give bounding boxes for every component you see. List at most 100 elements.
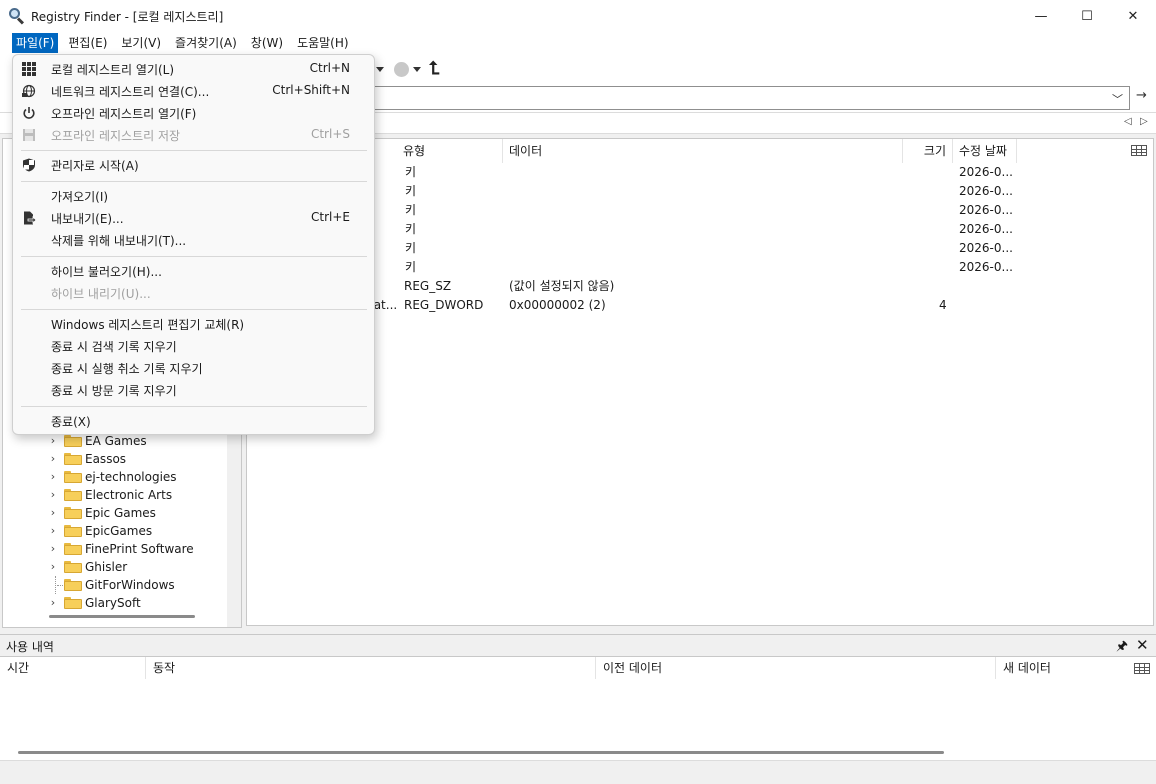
expand-chevron-icon[interactable]: › [47,434,59,448]
row-modified: 2026-0... [959,165,1013,179]
row-type: 키 [405,241,417,255]
row-type: REG_DWORD [404,298,484,312]
history-column-action[interactable]: 동작 [146,657,596,679]
menu-item-import[interactable]: 가져오기(I) [13,185,374,207]
menu-item-connect-network-registry[interactable]: 네트워크 레지스트리 연결(C)... Ctrl+Shift+N [13,80,374,102]
row-modified: 2026-0... [959,260,1013,274]
back-dropdown-icon[interactable] [376,66,384,72]
tab-scroll-right-icon[interactable]: ▷ [1140,116,1148,127]
history-column-time[interactable]: 시간 [0,657,146,679]
column-header-modified[interactable]: 수정 날짜 [953,139,1017,163]
export-icon [24,211,36,225]
menu-edit[interactable]: 편집(E) [64,33,111,53]
menu-item-load-hive[interactable]: 하이브 불러오기(H)... [13,260,374,282]
expand-chevron-icon[interactable]: › [47,470,59,484]
tree-node-label: ej-technologies [85,470,177,484]
expand-chevron-icon[interactable]: › [47,524,59,538]
menu-favorites[interactable]: 즐겨찾기(A) [171,33,241,53]
tree-node-label: EpicGames [85,524,153,538]
folder-icon [64,597,82,609]
column-chooser-icon[interactable] [1134,663,1150,674]
save-icon [23,129,35,141]
menu-file[interactable]: 파일(F) [12,33,59,53]
chevron-down-icon[interactable]: ﹀ [1112,91,1123,107]
history-column-old-data[interactable]: 이전 데이터 [596,657,996,679]
expand-chevron-icon[interactable]: › [47,506,59,520]
list-row[interactable]: tat... REG_DWORD 0x00000002 (2) 4 [247,296,1153,315]
menu-item-clear-search-history[interactable]: 종료 시 검색 기록 지우기 [13,335,374,357]
column-header-data[interactable]: 데이터 [503,139,903,163]
status-bar [0,760,1156,784]
menu-item-replace-regedit[interactable]: Windows 레지스트리 편집기 교체(R) [13,313,374,335]
tree-node-label: Electronic Arts [85,488,173,502]
column-header-type[interactable]: 유형 [397,139,503,163]
close-button[interactable]: ✕ [1110,0,1156,32]
menu-bar: 파일(F) 편집(E) 보기(V) 즐겨찾기(A) 창(W) 도움말(H) [0,32,1156,54]
list-row[interactable]: 키 2026-0... [247,182,1153,201]
row-type: 키 [405,222,417,236]
list-header: 유형 데이터 크기 수정 날짜 [247,139,1153,163]
row-data: 0x00000002 (2) [509,298,606,312]
menu-separator [21,150,367,151]
tree-horizontal-scrollbar[interactable] [49,615,195,618]
go-arrow-icon[interactable]: → [1136,88,1147,103]
list-row[interactable]: 키 2026-0... [247,201,1153,220]
folder-icon [64,489,82,501]
menu-item-clear-undo-history[interactable]: 종료 시 실행 취소 기록 지우기 [13,357,374,379]
row-modified: 2026-0... [959,222,1013,236]
menu-item-run-as-admin[interactable]: 관리자로 시작(A) [13,154,374,176]
expand-chevron-icon[interactable]: › [47,596,59,610]
forward-circle-icon[interactable] [394,61,409,77]
menu-item-exit[interactable]: 종료(X) [13,410,374,432]
row-type: 키 [405,184,417,198]
menu-item-open-offline-registry[interactable]: 오프라인 레지스트리 열기(F) [13,102,374,124]
column-header-size[interactable]: 크기 [903,139,953,163]
menu-separator [21,406,367,407]
list-row[interactable]: 키 2026-0... [247,163,1153,182]
expand-chevron-icon[interactable]: › [47,488,59,502]
menu-separator [21,309,367,310]
menu-separator [21,181,367,182]
menu-item-save-offline-registry[interactable]: 오프라인 레지스트리 저장 Ctrl+S [13,124,374,146]
expand-chevron-icon[interactable]: › [47,452,59,466]
minimize-button[interactable]: — [1018,0,1064,32]
tab-scroll-left-icon[interactable]: ◁ [1124,116,1132,127]
folder-icon [64,453,82,465]
menu-item-unload-hive[interactable]: 하이브 내리기(U)... [13,282,374,304]
menu-item-export[interactable]: 내보내기(E)... Ctrl+E [13,207,374,229]
menu-view[interactable]: 보기(V) [117,33,165,53]
folder-icon [64,543,82,555]
row-type: REG_SZ [404,279,452,293]
row-modified: 2026-0... [959,203,1013,217]
menu-item-export-for-delete[interactable]: 삭제를 위해 내보내기(T)... [13,229,374,251]
menu-item-clear-visit-history[interactable]: 종료 시 방문 기록 지우기 [13,379,374,401]
tree-node-label: FinePrint Software [85,542,194,556]
tree-node-label: EA Games [85,434,147,448]
title-bar: Registry Finder - [로컬 레지스트리] — ☐ ✕ [0,0,1156,32]
list-row[interactable]: REG_SZ (값이 설정되지 않음) [247,277,1153,296]
history-column-new-data[interactable]: 새 데이터 [996,657,1136,679]
tree-node-label: Ghisler [85,560,128,574]
expand-chevron-icon[interactable]: › [47,560,59,574]
forward-dropdown-icon[interactable] [413,66,421,72]
close-icon[interactable]: ✕ [1136,636,1149,654]
tree-node-label: GlarySoft [85,596,141,610]
maximize-button[interactable]: ☐ [1064,0,1110,32]
power-icon [23,107,35,119]
menu-help[interactable]: 도움말(H) [293,33,353,53]
menu-separator [21,256,367,257]
menu-item-open-local-registry[interactable]: 로컬 레지스트리 열기(L) Ctrl+N [13,58,374,80]
grid-icon [22,62,36,76]
list-row[interactable]: 키 2026-0... [247,239,1153,258]
menu-window[interactable]: 창(W) [247,33,287,53]
list-row[interactable]: 키 2026-0... [247,220,1153,239]
folder-icon [64,471,82,483]
expand-chevron-icon[interactable]: › [47,542,59,556]
column-chooser-icon[interactable] [1131,145,1147,156]
shield-icon [23,158,35,172]
list-row[interactable]: 키 2026-0... [247,258,1153,277]
arrow-up-icon[interactable]: ⮤ [429,60,440,78]
tree-node-label: Eassos [85,452,127,466]
row-modified: 2026-0... [959,184,1013,198]
history-horizontal-scrollbar[interactable] [18,751,944,754]
